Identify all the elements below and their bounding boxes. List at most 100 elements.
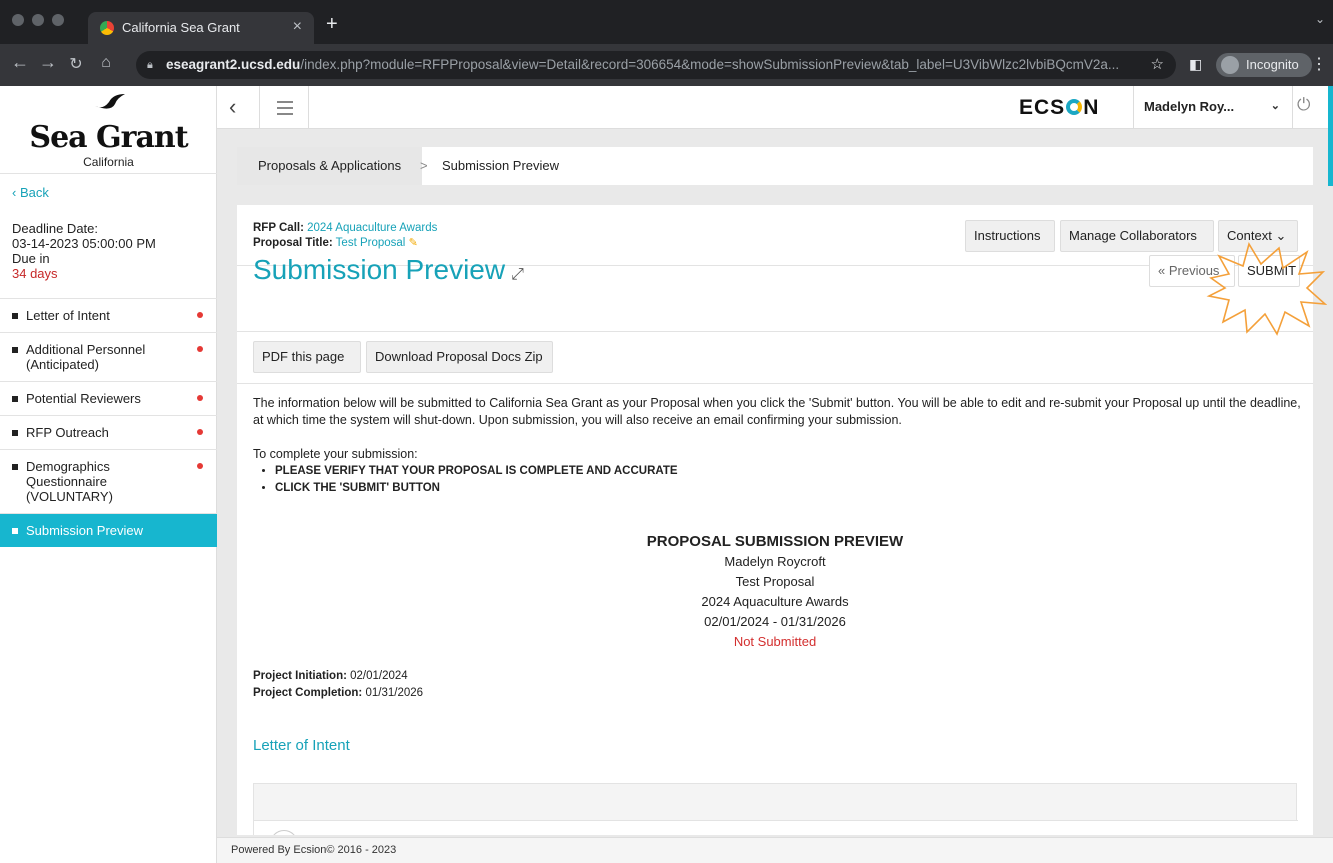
back-arrow-icon[interactable]: ← [8,52,32,73]
new-tab-icon[interactable]: + [326,13,338,36]
preview-heading: PROPOSAL SUBMISSION PREVIEW [646,533,904,550]
side-panel-icon[interactable]: ◧ [1189,56,1202,73]
back-link[interactable]: ‹ Back [12,185,49,200]
sidebar-item-label: Submission Preview [26,523,144,538]
logo-brand-text: Sea Grant [29,120,188,155]
instructions-button[interactable]: Instructions [965,220,1055,252]
collapse-sidebar-icon[interactable]: ‹ [229,94,236,120]
manage-collaborators-button[interactable]: Manage Collaborators [1060,220,1214,252]
notice-text: The information below will be submitted … [253,396,1301,427]
proposal-title-link[interactable]: Test Proposal [336,237,406,249]
chevron-down-icon: ⌄ [1275,228,1287,243]
divider [237,331,1313,332]
sidebar: Sea Grant California ‹ Back Deadline Dat… [0,86,217,863]
rfp-info: RFP Call: 2024 Aquaculture Awards Propos… [253,221,437,251]
preview-title: Test Proposal [735,574,815,589]
user-menu[interactable]: Madelyn Roy... ⌄ [1133,86,1293,129]
sidebar-item-label: Potential Reviewers [26,391,141,406]
incomplete-dot-icon [197,346,203,352]
sidebar-item-letter-of-intent[interactable]: Letter of Intent [0,298,217,332]
scroll-indicator [1328,86,1333,186]
maximize-window-icon[interactable] [52,14,64,26]
context-label: Context [1227,228,1272,243]
sidebar-item-demographics[interactable]: Demographics Questionnaire (VOLUNTARY) [0,449,217,513]
sidebar-item-label: Demographics Questionnaire (VOLUNTARY) [26,459,113,504]
step-item: PLEASE VERIFY THAT YOUR PROPOSAL IS COMP… [275,463,1303,480]
deadline-label: Deadline Date: [12,221,98,236]
step-item: CLICK THE 'SUBMIT' BUTTON [275,480,1303,497]
tab-search-icon[interactable]: ⌄ [1315,12,1325,26]
bullet-icon [12,396,18,402]
url-host: eseagrant2.ucsd.edu [166,57,301,72]
loi-panel-body [254,820,1298,835]
incognito-label: Incognito [1246,57,1299,72]
complete-intro: To complete your submission: [253,447,418,461]
sidebar-item-additional-personnel[interactable]: Additional Personnel (Anticipated) [0,332,217,381]
incomplete-dot-icon [197,395,203,401]
favicon-icon [100,21,114,35]
hamburger-menu-icon[interactable] [259,86,309,129]
sidebar-item-label: Letter of Intent [26,308,110,323]
sea-grant-logo[interactable]: Sea Grant California [0,86,217,174]
lock-icon: 🔒︎ [147,59,153,71]
page-title-text: Submission Preview [253,254,506,285]
breadcrumb-proposals[interactable]: Proposals & Applications [237,147,423,185]
pdf-page-button[interactable]: PDF this page [253,341,361,373]
user-name: Madelyn Roy... [1144,99,1235,114]
sidebar-item-label: Additional Personnel (Anticipated) [26,342,146,372]
preview-name: Madelyn Roycroft [724,554,826,569]
incognito-badge[interactable]: Incognito [1216,53,1312,77]
bullet-icon [12,464,18,470]
page-title: Submission Preview ⤢ [253,254,524,286]
logout-power-icon[interactable]: ⏻ [1297,95,1310,115]
submit-button[interactable]: SUBMIT [1238,255,1300,287]
bullet-icon [12,347,18,353]
address-bar[interactable]: 🔒︎ eseagrant2.ucsd.edu/index.php?module=… [136,51,1176,79]
previous-button[interactable]: « Previous [1149,255,1235,287]
bullet-icon [12,430,18,436]
ecsion-logo-text-start: ECS [1019,96,1066,119]
proposal-title-label: Proposal Title: [253,237,333,249]
project-dates: Project Initiation: 02/01/2024 Project C… [253,668,423,702]
sidebar-item-rfp-outreach[interactable]: RFP Outreach [0,415,217,449]
browser-menu-icon[interactable]: ⋮ [1311,54,1327,74]
browser-tab[interactable]: California Sea Grant × [88,12,314,44]
browser-window: California Sea Grant × + ⌄ ← → ↻ ⌂ 🔒︎ es… [0,0,1333,86]
divider [237,383,1313,384]
close-tab-icon[interactable]: × [293,18,302,36]
breadcrumb: Proposals & Applications > Submission Pr… [237,147,1313,185]
sidebar-item-potential-reviewers[interactable]: Potential Reviewers [0,381,217,415]
forward-arrow-icon[interactable]: → [36,52,60,73]
loi-panel [253,783,1298,835]
section-nav: Letter of Intent Additional Personnel (A… [0,298,217,547]
reload-icon[interactable]: ↻ [64,54,88,74]
breadcrumb-separator: > [420,158,428,173]
url-path: /index.php?module=RFPProposal&view=Detai… [300,57,1120,72]
rfp-call-label: RFP Call: [253,222,304,234]
project-completion-label: Project Completion: [253,687,363,699]
home-icon[interactable]: ⌂ [94,54,118,72]
back-label: Back [19,185,49,200]
project-completion-value: 01/31/2026 [365,687,424,699]
due-in-value: 34 days [12,266,58,281]
download-docs-button[interactable]: Download Proposal Docs Zip [366,341,553,373]
project-initiation-label: Project Initiation: [253,670,347,682]
bird-logo-icon [95,94,125,109]
close-window-icon[interactable] [12,14,24,26]
tab-title: California Sea Grant [122,20,240,35]
sidebar-item-submission-preview[interactable]: Submission Preview [0,513,217,547]
ecsion-logo: ECS N [1019,96,1099,120]
minimize-window-icon[interactable] [32,14,44,26]
browser-toolbar: ← → ↻ ⌂ 🔒︎ eseagrant2.ucsd.edu/index.php… [0,44,1333,86]
footer: Powered By Ecsion© 2016 - 2023 [217,837,1333,863]
sidebar-item-label: RFP Outreach [26,425,109,440]
fullscreen-icon[interactable]: ⤢ [511,266,524,283]
bullet-icon [12,313,18,319]
rfp-call-link[interactable]: 2024 Aquaculture Awards [307,222,437,234]
footer-text: Powered By Ecsion© 2016 - 2023 [231,844,397,856]
bullet-icon [12,528,18,534]
edit-pencil-icon[interactable]: ✎ [409,237,418,249]
bookmark-star-icon[interactable]: ☆ [1151,51,1164,79]
context-dropdown[interactable]: Context ⌄ [1218,220,1298,252]
logo-sub-text: California [83,155,134,169]
